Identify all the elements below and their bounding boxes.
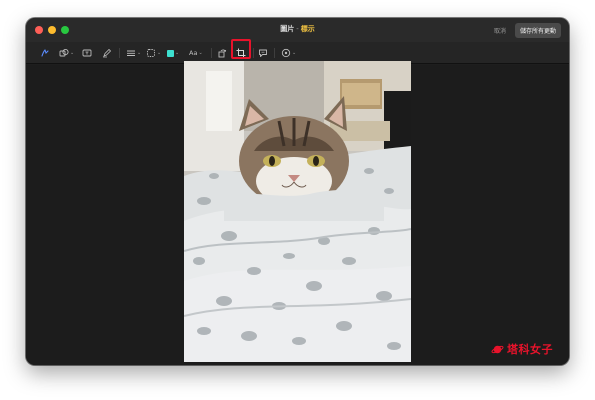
text-style-label: Aa bbox=[189, 49, 198, 57]
border-color-icon bbox=[147, 49, 155, 57]
border-color-button[interactable]: ⌄ bbox=[146, 46, 161, 60]
toolbar-divider bbox=[211, 48, 212, 58]
text-style-button[interactable]: Aa ⌄ bbox=[189, 46, 203, 60]
line-style-icon bbox=[127, 50, 135, 56]
watermark-text: 塔科女子 bbox=[507, 343, 553, 356]
chevron-down-icon: ⌄ bbox=[292, 50, 297, 56]
sketch-icon bbox=[41, 49, 49, 57]
sketch-tool-button[interactable] bbox=[40, 46, 50, 60]
chevron-down-icon: ⌄ bbox=[175, 50, 180, 56]
fill-color-button[interactable]: ⌄ bbox=[167, 46, 179, 60]
titlebar: 圖片 - 標示 取消 儲存所有更動 bbox=[26, 18, 569, 42]
cancel-button[interactable]: 取消 bbox=[491, 24, 509, 37]
chevron-down-icon: ⌄ bbox=[157, 50, 162, 56]
save-all-changes-button[interactable]: 儲存所有更動 bbox=[514, 23, 561, 38]
accessory-icon bbox=[281, 48, 291, 58]
accessory-button[interactable]: ⌄ bbox=[281, 46, 296, 60]
toolbar-divider bbox=[274, 48, 275, 58]
title-separator: - bbox=[296, 25, 299, 33]
text-box-icon bbox=[82, 49, 92, 57]
preview-window: 圖片 - 標示 取消 儲存所有更動 ⌄ ⌄ ⌄ ⌄ Aa ⌄ ⌄ 塔科女子 bbox=[26, 18, 569, 365]
highlight-tool-button[interactable] bbox=[102, 46, 112, 60]
toolbar-divider bbox=[119, 48, 120, 58]
shapes-icon bbox=[59, 48, 69, 57]
title-subtitle: 標示 bbox=[300, 25, 315, 33]
shapes-tool-button[interactable]: ⌄ bbox=[59, 46, 74, 60]
cat-photo-graphic bbox=[184, 61, 411, 362]
rotate-button[interactable] bbox=[217, 46, 227, 60]
cat-photo[interactable] bbox=[184, 61, 411, 362]
chevron-down-icon: ⌄ bbox=[198, 50, 203, 56]
crop-highlight-box bbox=[231, 39, 251, 59]
watermark: 塔科女子 bbox=[491, 341, 553, 357]
description-button[interactable] bbox=[258, 46, 268, 60]
highlight-icon bbox=[103, 48, 112, 58]
image-canvas: 塔科女子 bbox=[26, 61, 569, 365]
line-style-button[interactable]: ⌄ bbox=[126, 46, 141, 60]
title-main: 圖片 bbox=[280, 25, 295, 33]
chevron-down-icon: ⌄ bbox=[70, 50, 75, 56]
toolbar-divider bbox=[253, 48, 254, 58]
chevron-down-icon: ⌄ bbox=[137, 50, 142, 56]
window-title: 圖片 - 標示 bbox=[26, 24, 569, 34]
description-icon bbox=[259, 49, 267, 57]
fill-color-swatch bbox=[167, 49, 174, 57]
rotate-icon bbox=[218, 49, 227, 58]
text-box-tool-button[interactable] bbox=[82, 46, 92, 60]
planet-logo-icon bbox=[491, 345, 504, 353]
